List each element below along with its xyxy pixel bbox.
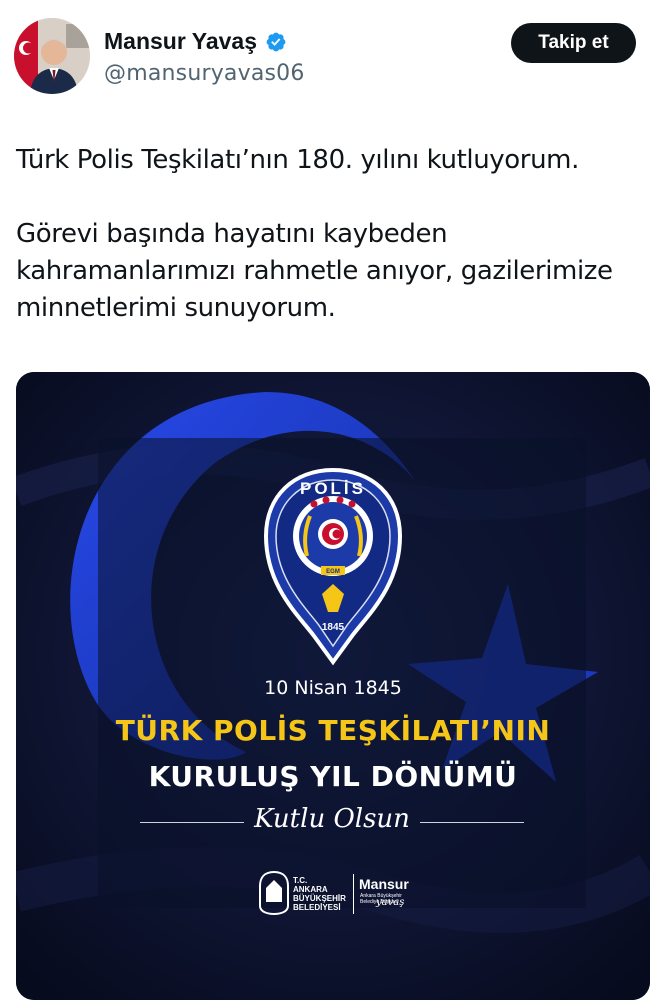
image-headline-2: KURULUŞ YIL DÖNÜMÜ (148, 760, 518, 793)
tweet-line-2: Görevi başında hayatını kaybeden kahrama… (16, 219, 613, 323)
verified-badge-icon (266, 32, 286, 51)
tweet-header: Mansur Yavaş @mansuryavas06 Takip et (0, 0, 665, 100)
tweet-image[interactable]: 1845 POLİS EGM 10 Nisan 1845 TÜRK POLİS … (16, 372, 650, 1000)
user-handle[interactable]: @mansuryavas06 (104, 61, 305, 86)
abb-text: T.C. ANKARA BÜYÜKŞEHİR BELEDİYESİ (293, 876, 346, 912)
follow-button[interactable]: Takip et (511, 23, 636, 63)
abb-line-3: BÜYÜKŞEHİR (293, 894, 346, 903)
mansur-signature: yavaş (376, 897, 405, 908)
mansur-logo: Mansur (359, 876, 409, 892)
abb-line-4: BELEDİYESİ (293, 903, 341, 912)
badge-year: 1845 (322, 622, 345, 633)
script-line: Kutlu Olsun (140, 804, 524, 844)
divider-right (420, 822, 524, 823)
avatar[interactable] (14, 18, 90, 94)
tweet-line-1: Türk Polis Teşkilatı’nın 180. yılını kut… (16, 145, 579, 175)
police-badge-icon: 1845 POLİS EGM (263, 467, 403, 666)
kutlu-olsun-script: Kutlu Olsun (254, 804, 410, 834)
logo-divider (353, 874, 354, 914)
abb-line-2: ANKARA (293, 885, 328, 894)
badge-center-text: EGM (326, 569, 340, 575)
display-name[interactable]: Mansur Yavaş (104, 28, 257, 55)
badge-top-text: POLİS (300, 479, 366, 498)
abb-line-1: T.C. (293, 876, 308, 885)
image-date: 10 Nisan 1845 (264, 677, 402, 699)
image-headline-1: TÜRK POLİS TEŞKİLATI’NIN (115, 714, 551, 747)
name-row: Mansur Yavaş (104, 28, 287, 55)
footer-logos: T.C. ANKARA BÜYÜKŞEHİR BELEDİYESİ Mansur… (256, 866, 416, 926)
tweet-text: Türk Polis Teşkilatı’nın 180. yılını kut… (16, 142, 646, 327)
abb-logo-icon (259, 870, 289, 916)
